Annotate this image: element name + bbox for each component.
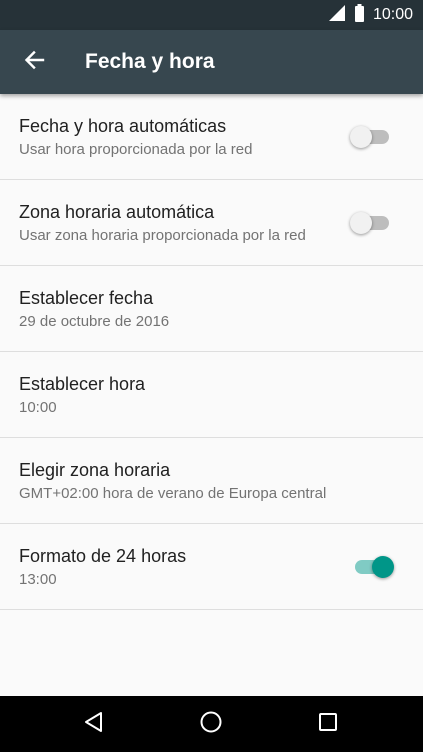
setting-title: Establecer hora: [19, 374, 146, 394]
recents-square-icon: [317, 711, 339, 738]
nav-home-button[interactable]: [191, 704, 231, 744]
back-triangle-icon: [83, 711, 105, 738]
setting-24-hour-format[interactable]: Formato de 24 horas 13:00: [0, 524, 423, 610]
status-bar: 10:00: [0, 0, 423, 30]
setting-select-time-zone[interactable]: Elegir zona horaria GMT+02:00 hora de ve…: [0, 438, 423, 524]
settings-list: Fecha y hora automáticas Usar hora propo…: [0, 94, 423, 610]
battery-icon: [354, 3, 365, 27]
navigation-bar: [0, 696, 423, 752]
setting-summary: Usar zona horaria proporcionada por la r…: [19, 227, 306, 244]
setting-automatic-date-time[interactable]: Fecha y hora automáticas Usar hora propo…: [0, 94, 423, 180]
switch-thumb: [350, 212, 372, 234]
setting-summary: 29 de octubre de 2016: [19, 313, 170, 330]
switch-thumb: [372, 556, 394, 578]
automatic-time-zone-switch[interactable]: [350, 212, 391, 234]
setting-summary: 10:00: [19, 399, 57, 416]
home-circle-icon: [199, 710, 223, 739]
automatic-date-time-switch[interactable]: [350, 126, 391, 148]
setting-title: Fecha y hora automáticas: [19, 116, 227, 136]
switch-thumb: [350, 126, 372, 148]
setting-title: Establecer fecha: [19, 288, 154, 308]
setting-set-time[interactable]: Establecer hora 10:00: [0, 352, 423, 438]
back-button[interactable]: [12, 40, 56, 84]
status-icons: 10:00: [328, 0, 413, 30]
nav-recents-button[interactable]: [308, 704, 348, 744]
status-time: 10:00: [372, 6, 413, 23]
setting-summary: GMT+02:00 hora de verano de Europa centr…: [19, 485, 327, 502]
setting-set-date[interactable]: Establecer fecha 29 de octubre de 2016: [0, 266, 423, 352]
nav-back-button[interactable]: [74, 704, 114, 744]
signal-icon: [328, 4, 346, 27]
app-bar: Fecha y hora: [0, 30, 423, 94]
setting-title: Formato de 24 horas: [19, 546, 187, 566]
24-hour-format-switch[interactable]: [353, 556, 394, 578]
setting-title: Elegir zona horaria: [19, 460, 171, 480]
setting-summary: Usar hora proporcionada por la red: [19, 141, 253, 158]
setting-summary: 13:00: [19, 571, 57, 588]
arrow-back-icon: [23, 49, 45, 76]
setting-automatic-time-zone[interactable]: Zona horaria automática Usar zona horari…: [0, 180, 423, 266]
page-title: Fecha y hora: [85, 50, 215, 73]
setting-title: Zona horaria automática: [19, 202, 215, 222]
